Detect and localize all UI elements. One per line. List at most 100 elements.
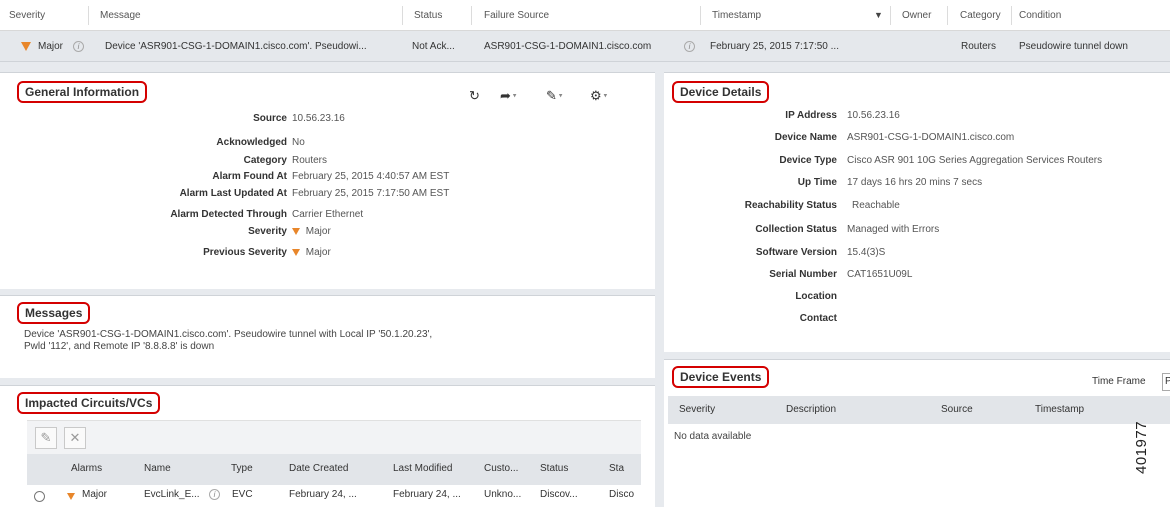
ip-address-value: 10.56.23.16 xyxy=(847,110,900,121)
severity-value: Major xyxy=(292,226,331,237)
device-details-title: Device Details xyxy=(672,81,770,103)
col-header-sta[interactable]: Sta xyxy=(609,463,639,474)
col-header-alarms[interactable]: Alarms xyxy=(71,463,121,474)
alarm-detected-through-value: Carrier Ethernet xyxy=(292,209,364,220)
col-header-customer[interactable]: Custo... xyxy=(484,463,524,474)
message-text: Device 'ASR901-CSG-1-DOMAIN1.cisco.com'.… xyxy=(24,329,433,352)
circuit-type: EVC xyxy=(232,489,253,500)
location-label: Location xyxy=(795,291,837,302)
reachability-status-value: Reachable xyxy=(852,200,900,211)
device-name-value: ASR901-CSG-1-DOMAIN1.cisco.com xyxy=(847,132,1015,143)
source-value: 10.56.23.16 xyxy=(292,113,345,124)
device-events-header: Severity Description Source Timestamp xyxy=(668,396,1170,424)
up-time-label: Up Time xyxy=(797,177,837,188)
alarm-status: Not Ack... xyxy=(412,41,455,52)
alarm-message: Device 'ASR901-CSG-1-DOMAIN1.cisco.com'.… xyxy=(105,41,367,52)
col-header-last-modified[interactable]: Last Modified xyxy=(393,463,473,474)
figure-number: 401977 xyxy=(1133,420,1150,474)
col-header-condition[interactable]: Condition xyxy=(1019,0,1099,31)
circuit-last-modified: February 24, ... xyxy=(393,489,461,500)
col-header-message[interactable]: Message xyxy=(100,0,220,31)
col-header-type[interactable]: Type xyxy=(231,463,271,474)
col-header-timestamp[interactable]: Timestamp xyxy=(1035,404,1115,415)
more-actions-icon[interactable]: ⚙ ▾ xyxy=(590,89,607,104)
panel-divider xyxy=(0,378,655,385)
table-row[interactable]: Major EvcLink_E... i EVC February 24, ..… xyxy=(27,485,641,507)
circuit-customer: Unkno... xyxy=(484,489,522,500)
annotate-icon[interactable]: ✎ ▾ xyxy=(546,89,562,104)
device-details-panel: Device Details IP Address 10.56.23.16 De… xyxy=(664,72,1170,352)
circuit-name[interactable]: EvcLink_E... xyxy=(144,489,214,500)
device-type-label: Device Type xyxy=(779,155,837,166)
col-header-timestamp[interactable]: Timestamp xyxy=(712,0,802,31)
acknowledged-value: No xyxy=(292,137,305,148)
alarm-detected-through-label: Alarm Detected Through xyxy=(170,209,287,220)
device-type-value: Cisco ASR 901 10G Series Aggregation Ser… xyxy=(847,155,1103,166)
serial-number-label: Serial Number xyxy=(769,269,837,280)
alarm-row[interactable]: Major i Device 'ASR901-CSG-1-DOMAIN1.cis… xyxy=(0,31,1170,62)
col-header-name[interactable]: Name xyxy=(144,463,204,474)
col-header-severity[interactable]: Severity xyxy=(679,404,739,415)
sort-desc-icon[interactable]: ▼ xyxy=(874,0,886,31)
software-version-label: Software Version xyxy=(755,247,837,258)
major-severity-icon xyxy=(292,248,300,256)
col-header-source[interactable]: Source xyxy=(941,404,1001,415)
severity-label: Severity xyxy=(248,226,287,237)
alarm-condition: Pseudowire tunnel down xyxy=(1019,41,1128,52)
circuit-sta: Disco xyxy=(609,489,635,500)
acknowledged-label: Acknowledged xyxy=(216,137,287,148)
panel-divider xyxy=(664,352,1170,359)
source-label: Source xyxy=(253,113,287,124)
col-header-status[interactable]: Status xyxy=(414,0,464,31)
share-arrow-icon[interactable]: ➦ ▾ xyxy=(500,89,516,104)
alarm-owner xyxy=(902,31,942,62)
reachability-status-label: Reachability Status xyxy=(744,200,837,211)
impacted-circuits-header: Alarms Name Type Date Created Last Modif… xyxy=(27,454,641,485)
category-value: Routers xyxy=(292,155,328,166)
info-icon[interactable]: i xyxy=(73,31,87,62)
general-information-panel: General Information ↻ ➦ ▾ ✎ ▾ ⚙ ▾ Source… xyxy=(0,72,655,289)
col-header-description[interactable]: Description xyxy=(786,404,866,415)
software-version-value: 15.4(3)S xyxy=(847,247,886,258)
device-events-title: Device Events xyxy=(672,366,770,388)
alarm-table: Severity Message Status Failure Source T… xyxy=(0,0,1170,64)
col-header-severity[interactable]: Severity xyxy=(9,0,69,31)
major-severity-icon xyxy=(21,31,37,62)
col-header-failure-source[interactable]: Failure Source xyxy=(484,0,604,31)
time-frame-select[interactable]: P xyxy=(1162,373,1170,391)
edit-icon[interactable]: ✎ xyxy=(35,427,57,449)
col-header-category[interactable]: Category xyxy=(960,0,1015,31)
collection-status-label: Collection Status xyxy=(755,224,837,235)
circuit-info-icon[interactable]: i xyxy=(209,489,220,500)
delete-icon[interactable]: ✕ xyxy=(64,427,86,449)
failure-source-info-icon[interactable]: i xyxy=(684,31,698,62)
messages-panel: Messages Device 'ASR901-CSG-1-DOMAIN1.ci… xyxy=(0,295,655,378)
empty-state-text: No data available xyxy=(674,431,752,442)
alarm-failure-source[interactable]: ASR901-CSG-1-DOMAIN1.cisco.com xyxy=(484,31,669,62)
collection-status-value: Managed with Errors xyxy=(847,224,940,235)
col-header-owner[interactable]: Owner xyxy=(902,0,962,31)
category-label: Category xyxy=(243,155,287,166)
time-frame-label: Time Frame xyxy=(1092,376,1146,387)
panel-divider xyxy=(0,62,1170,72)
row-select-radio[interactable] xyxy=(34,491,45,505)
up-time-value: 17 days 16 hrs 20 mins 7 secs xyxy=(847,177,983,188)
contact-label: Contact xyxy=(799,313,837,324)
col-header-status[interactable]: Status xyxy=(540,463,580,474)
major-severity-icon xyxy=(67,491,75,502)
general-information-title: General Information xyxy=(17,81,148,103)
alarm-last-updated-label: Alarm Last Updated At xyxy=(179,188,287,199)
column-divider xyxy=(655,62,664,507)
previous-severity-label: Previous Severity xyxy=(203,247,287,258)
col-header-date-created[interactable]: Date Created xyxy=(289,463,369,474)
alarm-timestamp: February 25, 2015 7:17:50 ... xyxy=(710,41,839,52)
refresh-icon[interactable]: ↻ xyxy=(469,89,480,103)
alarm-found-at-label: Alarm Found At xyxy=(212,171,287,182)
circuit-status: Discov... xyxy=(540,489,578,500)
serial-number-value: CAT1651U09L xyxy=(847,269,913,280)
alarm-last-updated-value: February 25, 2015 7:17:50 AM EST xyxy=(292,188,450,199)
alarm-found-at-value: February 25, 2015 4:40:57 AM EST xyxy=(292,171,450,182)
circuit-alarm: Major xyxy=(82,489,108,500)
major-severity-icon xyxy=(292,227,300,235)
alarm-table-header: Severity Message Status Failure Source T… xyxy=(0,0,1170,31)
